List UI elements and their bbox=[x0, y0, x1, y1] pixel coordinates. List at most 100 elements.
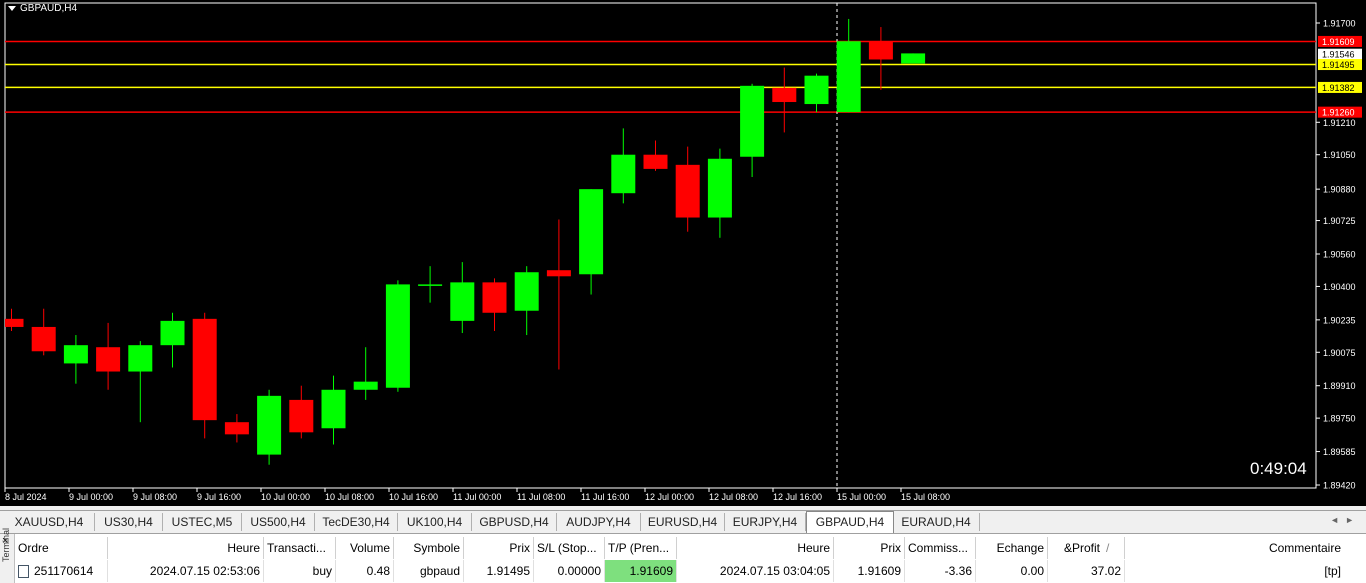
x-tick-label: 11 Jul 08:00 bbox=[517, 492, 565, 502]
chart-title: GBPAUD,H4 bbox=[8, 3, 77, 14]
chart-tab-xauusd-h4[interactable]: XAUUSD,H4 bbox=[4, 513, 95, 531]
chart-area[interactable]: 1.91700 1.91210 1.91050 1.90880 1.90725 1.905… bbox=[0, 0, 1366, 506]
chart-symbol-label: GBPAUD,H4 bbox=[20, 3, 78, 14]
col-time-close[interactable]: Heure bbox=[677, 537, 834, 559]
terminal-side: × Terminal bbox=[0, 528, 15, 583]
col-profit[interactable]: &Profit bbox=[1048, 537, 1103, 559]
tab-scroll-arrows-icon[interactable]: ◄► bbox=[1330, 515, 1360, 525]
chart-tab-us30-h4[interactable]: US30,H4 bbox=[95, 513, 163, 531]
price-label: 1.91382 bbox=[1322, 83, 1355, 93]
candle-body bbox=[868, 41, 893, 60]
cell-price-open: 1.91495 bbox=[464, 560, 534, 582]
cell-tp: 1.91609 bbox=[605, 560, 677, 582]
candle-body bbox=[772, 87, 797, 103]
candle-body bbox=[224, 422, 249, 435]
x-tick-label: 9 Jul 08:00 bbox=[133, 492, 177, 502]
chart-menu-icon[interactable] bbox=[8, 5, 16, 11]
price-chart[interactable]: 1.91700 1.91210 1.91050 1.90880 1.90725 1.905… bbox=[0, 0, 1366, 506]
y-tick-label: 1.90235 bbox=[1323, 315, 1356, 325]
x-tick-label: 10 Jul 00:00 bbox=[261, 492, 310, 502]
chart-tab-tecde30-h4[interactable]: TecDE30,H4 bbox=[315, 513, 398, 531]
candle-body bbox=[63, 345, 88, 364]
bar-countdown: 0:49:04 bbox=[1250, 459, 1307, 478]
terminal-side-label: Terminal bbox=[1, 527, 11, 562]
candle-body bbox=[901, 53, 926, 64]
col-order[interactable]: Ordre bbox=[15, 537, 108, 559]
col-volume[interactable]: Volume bbox=[336, 537, 394, 559]
col-price-close[interactable]: Prix bbox=[834, 537, 905, 559]
cell-time-close: 2024.07.15 03:04:05 bbox=[677, 560, 834, 582]
candle-body bbox=[289, 399, 314, 433]
candle-body bbox=[740, 85, 765, 157]
candle-body bbox=[160, 320, 185, 346]
order-icon bbox=[18, 565, 29, 579]
chart-tab-bar: XAUUSD,H4 US30,H4 USTEC,M5 US500,H4 TecDE30,… bbox=[0, 510, 1366, 533]
col-commission[interactable]: Commiss... bbox=[905, 537, 976, 559]
chart-tab-us500-h4[interactable]: US500,H4 bbox=[242, 513, 315, 531]
chart-tab-ustec-m5[interactable]: USTEC,M5 bbox=[163, 513, 242, 531]
candle-body bbox=[418, 284, 443, 286]
candle-body bbox=[257, 395, 282, 455]
x-tick-label: 8 Jul 2024 bbox=[5, 492, 47, 502]
col-swap[interactable]: Echange bbox=[976, 537, 1048, 559]
cell-profit: 37.02 bbox=[1048, 560, 1125, 582]
y-tick-label: 1.90560 bbox=[1323, 250, 1356, 260]
candle-body bbox=[707, 158, 732, 218]
y-tick-label: 1.89750 bbox=[1323, 414, 1356, 424]
chart-tab-gbpaud-h4[interactable]: GBPAUD,H4 bbox=[806, 511, 894, 533]
chart-tab-euraud-h4[interactable]: EURAUD,H4 bbox=[893, 513, 980, 531]
candle-body bbox=[579, 189, 604, 275]
x-tick-label: 10 Jul 08:00 bbox=[325, 492, 374, 502]
chart-tab-eurusd-h4[interactable]: EURUSD,H4 bbox=[641, 513, 725, 531]
price-label: 1.91260 bbox=[1322, 108, 1355, 118]
x-tick-label: 12 Jul 08:00 bbox=[709, 492, 758, 502]
candle-body bbox=[450, 282, 475, 321]
chart-tab-uk100-h4[interactable]: UK100,H4 bbox=[398, 513, 472, 531]
cell-order: 251170614 bbox=[15, 560, 108, 582]
candle-body bbox=[804, 75, 829, 105]
cell-commission: -3.36 bbox=[905, 560, 976, 582]
x-tick-label: 15 Jul 08:00 bbox=[901, 492, 950, 502]
candle-body bbox=[611, 154, 636, 194]
col-time-open[interactable]: Heure bbox=[108, 537, 264, 559]
col-symbol[interactable]: Symbole bbox=[394, 537, 464, 559]
candle-body bbox=[353, 381, 378, 390]
price-label: 1.91546 bbox=[1322, 50, 1355, 60]
col-type[interactable]: Transacti... bbox=[264, 537, 336, 559]
col-sort-icon[interactable]: / bbox=[1103, 537, 1125, 559]
cell-price-close: 1.91609 bbox=[834, 560, 905, 582]
chart-tab-audjpy-h4[interactable]: AUDJPY,H4 bbox=[557, 513, 641, 531]
x-tick-label: 12 Jul 16:00 bbox=[773, 492, 822, 502]
x-tick-label: 12 Jul 00:00 bbox=[645, 492, 694, 502]
price-label: 1.91495 bbox=[1322, 60, 1355, 70]
x-tick-label: 9 Jul 16:00 bbox=[197, 492, 241, 502]
y-tick-label: 1.91210 bbox=[1323, 118, 1356, 128]
y-tick-label: 1.89420 bbox=[1323, 481, 1356, 491]
y-tick-label: 1.90075 bbox=[1323, 348, 1356, 358]
y-tick-label: 1.91050 bbox=[1323, 150, 1356, 160]
y-tick-label: 1.91700 bbox=[1323, 19, 1356, 29]
col-comment[interactable]: Commentaire bbox=[1125, 537, 1344, 559]
cell-comment: [tp] bbox=[1324, 564, 1341, 578]
candle-body bbox=[128, 345, 153, 372]
candle-body bbox=[643, 154, 668, 169]
col-price-open[interactable]: Prix bbox=[464, 537, 534, 559]
y-tick-label: 1.89585 bbox=[1323, 447, 1356, 457]
cell-symbol: gbpaud bbox=[394, 560, 464, 582]
y-tick-label: 1.90725 bbox=[1323, 216, 1356, 226]
col-sl[interactable]: S/L (Stop... bbox=[534, 537, 605, 559]
candle-body bbox=[546, 270, 571, 277]
cell-type: buy bbox=[264, 560, 336, 582]
cell-sl: 0.00000 bbox=[534, 560, 605, 582]
candle-body bbox=[96, 347, 121, 372]
x-tick-label: 11 Jul 16:00 bbox=[581, 492, 629, 502]
chart-tab-eurjpy-h4[interactable]: EURJPY,H4 bbox=[725, 513, 806, 531]
candle-body bbox=[31, 326, 56, 352]
col-tp[interactable]: T/P (Pren... bbox=[605, 537, 677, 559]
cell-order-value: 251170614 bbox=[34, 564, 94, 578]
candle-body bbox=[321, 389, 346, 429]
candle-body bbox=[675, 164, 700, 218]
cell-volume: 0.48 bbox=[336, 560, 394, 582]
chart-tab-gbpusd-h4[interactable]: GBPUSD,H4 bbox=[472, 513, 557, 531]
y-tick-label: 1.90880 bbox=[1323, 185, 1356, 195]
